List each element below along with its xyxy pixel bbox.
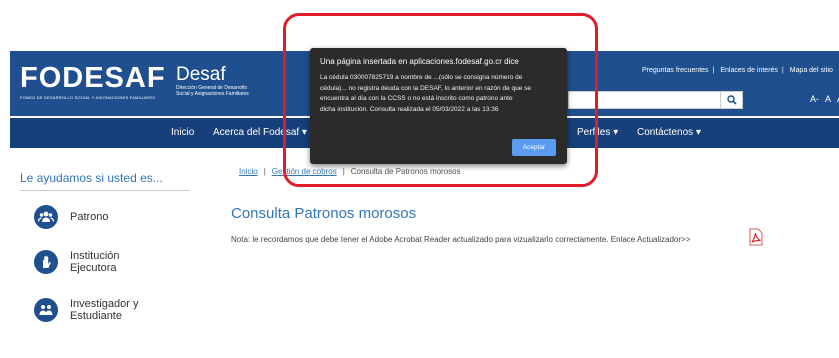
group-icon — [34, 205, 58, 229]
nav-inicio[interactable]: Inicio — [171, 127, 194, 138]
logo-subtitle: FONDO DE DESARROLLO SOCIAL Y ASIGNACIONE… — [20, 95, 156, 100]
sidebar-item-institucion[interactable]: Institución Ejecutora — [34, 250, 120, 274]
hand-icon — [34, 250, 58, 274]
sidebar-item-label-2: Ejecutora — [70, 262, 117, 274]
font-size-controls: A- A A+ — [810, 94, 839, 104]
sitemap-link[interactable]: Mapa del sitio — [790, 67, 833, 74]
sidebar-item-label: Patrono — [70, 211, 109, 223]
breadcrumb-home[interactable]: Inicio — [239, 167, 258, 176]
sidebar-title: Le ayudamos si usted es... — [20, 171, 163, 185]
sidebar-divider — [20, 190, 190, 191]
nav-contactenos[interactable]: Contáctenos ▾ — [637, 127, 701, 138]
desaf-subtitle-2: Social y Asignaciones Familiares — [176, 91, 249, 97]
pdf-icon[interactable] — [748, 228, 764, 246]
logo-text: FODESAF — [20, 62, 166, 94]
fodesaf-logo[interactable]: FODESAF FONDO DE DESARROLLO SOCIAL Y ASI… — [20, 63, 166, 100]
sidebar-item-label: Institución — [70, 250, 120, 262]
sidebar-item-label-2: Estudiante — [70, 310, 122, 322]
search-button[interactable] — [720, 92, 742, 108]
desaf-name: Desaf — [176, 64, 226, 85]
links-of-interest-link[interactable]: Enlaces de interés — [720, 67, 778, 74]
page-title: Consulta Patronos morosos — [231, 205, 417, 222]
faq-link[interactable]: Preguntas frecuentes — [642, 67, 709, 74]
sidebar-item-investigador[interactable]: Investigador y Estudiante — [34, 298, 138, 322]
search-icon — [726, 95, 737, 105]
desaf-logo[interactable]: Desaf Dirección General de Desarrollo So… — [176, 64, 249, 98]
top-links: Preguntas frecuentes | Enlaces de interés… — [642, 67, 833, 74]
sidebar-item-label: Investigador y — [70, 298, 139, 310]
people-icon — [34, 298, 58, 322]
font-decrease-button[interactable]: A- — [810, 94, 819, 104]
reader-note: Nota: le recordamos que debe tener el Ad… — [231, 235, 691, 244]
highlight-annotation — [283, 13, 598, 187]
font-normal-button[interactable]: A — [825, 94, 831, 104]
sidebar-item-patrono[interactable]: Patrono — [34, 205, 109, 229]
